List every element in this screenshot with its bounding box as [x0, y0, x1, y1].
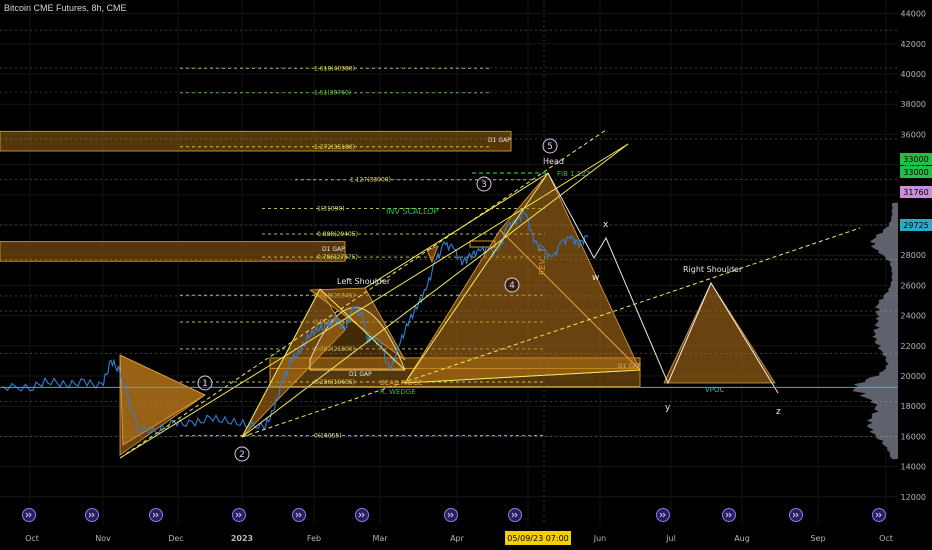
wave-label: 1 — [202, 379, 208, 389]
y-tick-label: 12000 — [901, 493, 926, 502]
price-badge-label: 33000 — [903, 168, 928, 177]
y-tick-label: 20000 — [901, 372, 926, 381]
y-tick-label: 36000 — [901, 130, 926, 139]
x-tick-label: Aug — [734, 534, 750, 543]
fib-label: 1.127(33000) — [350, 177, 391, 184]
event-icon — [444, 508, 458, 522]
event-icon — [722, 508, 736, 522]
volume-profile — [852, 202, 898, 460]
gap-zone — [0, 130, 512, 152]
crosshair-date: 05/09/23 07:00 — [507, 534, 569, 543]
pattern-shapes — [119, 172, 776, 456]
event-icon — [656, 508, 670, 522]
fib-label: 1(31090) — [317, 206, 345, 213]
grid — [0, 0, 898, 525]
x-tick-label: Jul — [665, 534, 676, 543]
price-badge-label: 31760 — [903, 188, 928, 197]
gap-zone — [0, 241, 346, 262]
event-icon — [232, 508, 246, 522]
x-tick-label: Apr — [450, 534, 465, 543]
event-icon — [149, 508, 163, 522]
annotation-head: Head — [543, 157, 564, 166]
event-icon — [872, 508, 886, 522]
x-tick-label: Sep — [810, 534, 825, 543]
gap-label: D1 GAP — [349, 371, 372, 378]
x-tick-label: Mar — [372, 534, 388, 543]
fib-label: 1.51(38760) — [314, 90, 351, 97]
fib-label: 1.272(35180) — [314, 144, 355, 151]
event-icon — [789, 508, 803, 522]
annotation-left-shoulder: Left Shoulder — [337, 277, 391, 286]
y-tick-label: 28000 — [901, 251, 926, 260]
annotation-w: w — [592, 273, 599, 283]
wave-label: 5 — [547, 142, 553, 152]
event-icons — [22, 508, 886, 522]
y-tick-label: 14000 — [901, 463, 926, 472]
y-tick-label: 18000 — [901, 402, 926, 411]
event-icon — [85, 508, 99, 522]
annotation-inv-scallop: INV SCALLOP — [386, 207, 438, 216]
annotation-x: x — [603, 220, 609, 230]
annotation-vpoc: VPOC — [705, 386, 725, 394]
gap-label: D1 GAP — [322, 246, 345, 253]
x-axis: Oct Nov Dec 2023 Feb Mar Apr Jun Jul Aug Sep Oct 05/… — [0, 0, 932, 550]
fib-label: 0.888(29405) — [317, 231, 358, 238]
annotation-fib-target: FIB 1.127 — [557, 170, 590, 178]
annotation-z: z — [776, 407, 781, 417]
fib-label: 0(16055) — [314, 433, 342, 440]
wave-label: 2 — [239, 450, 245, 460]
price-badge-label: 33000 — [903, 155, 928, 164]
wave-label: 4 — [509, 281, 515, 291]
price-badge-label: 29725 — [903, 221, 928, 230]
event-icon — [22, 508, 36, 522]
fib-label: 1.618(40380) — [314, 65, 355, 72]
y-tick-label: 16000 — [901, 432, 926, 441]
annotation-right-shoulder: Right Shoulder — [683, 265, 743, 274]
event-icon — [355, 508, 369, 522]
x-tick-label: Feb — [307, 534, 321, 543]
y-tick-label: 40000 — [901, 70, 926, 79]
x-tick-label: Nov — [95, 534, 111, 543]
volume-profile-shape — [852, 202, 898, 460]
y-tick-label: 24000 — [901, 312, 926, 321]
event-icon — [292, 508, 306, 522]
annotation-rev: REV...? — [538, 248, 547, 275]
pattern-triangle — [663, 282, 776, 384]
event-icon — [508, 508, 522, 522]
annotation-bear-ridge: BEAR.R.DGE — [380, 379, 423, 387]
gap-label: D1 GAP — [488, 137, 511, 144]
chart-canvas[interactable]: D1 GAPD1 GAPD1 GAPD1 GAP1.618(40380)1.51… — [0, 0, 932, 550]
x-tick-label: Oct — [879, 534, 893, 543]
y-axis: 12000 14000 16000 18000 20000 22000 24000 26000… — [898, 0, 932, 525]
annotation-y: y — [665, 403, 671, 413]
x-tick-label: Jun — [593, 534, 607, 543]
fib-label: 0.236(19605) — [314, 379, 355, 386]
x-tick-label: Oct — [25, 534, 39, 543]
x-axis-bg — [0, 525, 932, 550]
y-tick-label: 26000 — [901, 281, 926, 290]
y-tick-label: 44000 — [901, 10, 926, 19]
fib-label: 0.786(27875) — [317, 254, 358, 261]
annotation-wedge: R. WEDGE — [380, 388, 416, 396]
x-tick-label: Dec — [168, 534, 183, 543]
wave-label: 3 — [481, 180, 487, 190]
x-tick-label: 2023 — [231, 534, 253, 543]
y-tick-label: 22000 — [901, 342, 926, 351]
chart-stage: D1 GAPD1 GAPD1 GAPD1 GAP1.618(40380)1.51… — [0, 0, 932, 550]
y-tick-label: 42000 — [901, 40, 926, 49]
chart-title: Bitcoin CME Futures, 8h, CME — [4, 3, 127, 13]
y-tick-label: 38000 — [901, 100, 926, 109]
